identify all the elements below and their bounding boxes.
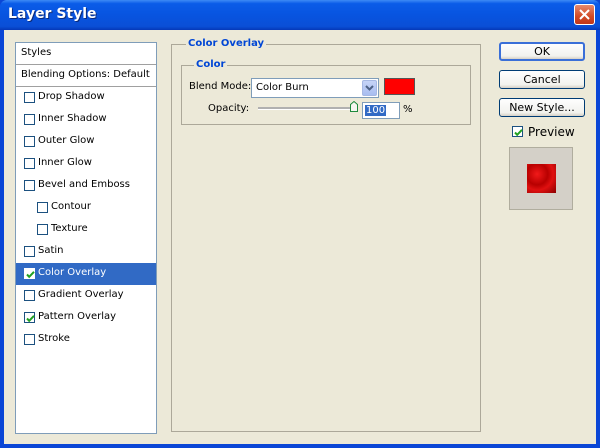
window-title: Layer Style: [8, 6, 97, 22]
title-bar[interactable]: Layer Style: [0, 0, 600, 30]
color-overlay-panel: Color Overlay Color Blend Mode: Color Bu…: [171, 38, 481, 432]
style-item-contour[interactable]: Contour: [16, 197, 156, 219]
style-item-label: Bevel and Emboss: [38, 179, 130, 190]
opacity-slider-track[interactable]: [258, 107, 358, 110]
checkmark-icon: [26, 271, 35, 279]
style-item-label: Drop Shadow: [38, 91, 105, 102]
section-title: Color Overlay: [186, 38, 267, 49]
preview-checkbox[interactable]: [512, 126, 523, 137]
color-group: Color Blend Mode: Color Burn Opacity: 10…: [181, 59, 471, 125]
layer-style-dialog: Layer Style Styles Blending Options: Def…: [0, 0, 600, 448]
styles-header-label: Styles: [21, 47, 52, 58]
style-item-inner-shadow[interactable]: Inner Shadow: [16, 109, 156, 131]
style-checkbox[interactable]: [24, 290, 35, 301]
style-checkbox[interactable]: [37, 202, 48, 213]
style-item-outer-glow[interactable]: Outer Glow: [16, 131, 156, 153]
style-item-label: Color Overlay: [38, 267, 107, 278]
style-item-stroke[interactable]: Stroke: [16, 329, 156, 351]
style-item-label: Gradient Overlay: [38, 289, 124, 300]
style-item-pattern-overlay[interactable]: Pattern Overlay: [16, 307, 156, 329]
style-item-satin[interactable]: Satin: [16, 241, 156, 263]
style-checkbox[interactable]: [24, 180, 35, 191]
style-item-label: Inner Shadow: [38, 113, 107, 124]
opacity-slider-thumb[interactable]: [350, 101, 358, 112]
style-checkbox[interactable]: [37, 224, 48, 235]
blend-mode-label: Blend Mode:: [189, 81, 252, 92]
blending-options-label: Blending Options: Default: [21, 69, 150, 80]
preview-box: [509, 147, 573, 210]
style-item-drop-shadow[interactable]: Drop Shadow: [16, 87, 156, 109]
style-item-texture[interactable]: Texture: [16, 219, 156, 241]
style-item-label: Outer Glow: [38, 135, 95, 146]
ok-button[interactable]: OK: [499, 42, 585, 61]
new-style-button[interactable]: New Style...: [499, 98, 585, 117]
opacity-input[interactable]: 100: [362, 102, 400, 119]
style-item-label: Texture: [51, 223, 88, 234]
preview-thumbnail: [527, 164, 556, 193]
style-item-gradient-overlay[interactable]: Gradient Overlay: [16, 285, 156, 307]
style-checkbox[interactable]: [24, 246, 35, 257]
style-checkbox[interactable]: [24, 158, 35, 169]
style-checkbox[interactable]: [24, 136, 35, 147]
blend-mode-value: Color Burn: [256, 82, 309, 93]
style-item-label: Inner Glow: [38, 157, 92, 168]
blending-options-item[interactable]: Blending Options: Default: [16, 65, 156, 87]
cancel-button[interactable]: Cancel: [499, 70, 585, 89]
style-item-color-overlay[interactable]: Color Overlay: [16, 263, 156, 285]
style-item-label: Contour: [51, 201, 91, 212]
dropdown-button[interactable]: [362, 80, 377, 96]
blend-mode-select[interactable]: Color Burn: [251, 78, 379, 98]
overlay-color-swatch[interactable]: [384, 78, 415, 95]
style-checkbox[interactable]: [24, 312, 35, 323]
style-item-label: Satin: [38, 245, 64, 256]
styles-list: Styles Blending Options: Default Drop Sh…: [15, 42, 157, 434]
dialog-client-area: Styles Blending Options: Default Drop Sh…: [4, 30, 596, 444]
style-checkbox[interactable]: [24, 92, 35, 103]
close-icon: [579, 9, 590, 20]
color-group-title: Color: [194, 59, 228, 70]
style-item-label: Stroke: [38, 333, 70, 344]
style-item-inner-glow[interactable]: Inner Glow: [16, 153, 156, 175]
chevron-down-icon: [365, 85, 374, 91]
opacity-value: 100: [365, 105, 387, 116]
styles-header[interactable]: Styles: [16, 43, 156, 65]
style-checkbox[interactable]: [24, 334, 35, 345]
style-item-bevel-and-emboss[interactable]: Bevel and Emboss: [16, 175, 156, 197]
checkmark-icon: [514, 129, 523, 137]
close-button[interactable]: [574, 4, 595, 25]
opacity-unit: %: [403, 104, 413, 115]
style-item-label: Pattern Overlay: [38, 311, 117, 322]
style-checkbox[interactable]: [24, 114, 35, 125]
style-checkbox[interactable]: [24, 268, 35, 279]
opacity-label: Opacity:: [208, 103, 250, 114]
checkmark-icon: [26, 315, 35, 323]
preview-label: Preview: [528, 125, 575, 139]
